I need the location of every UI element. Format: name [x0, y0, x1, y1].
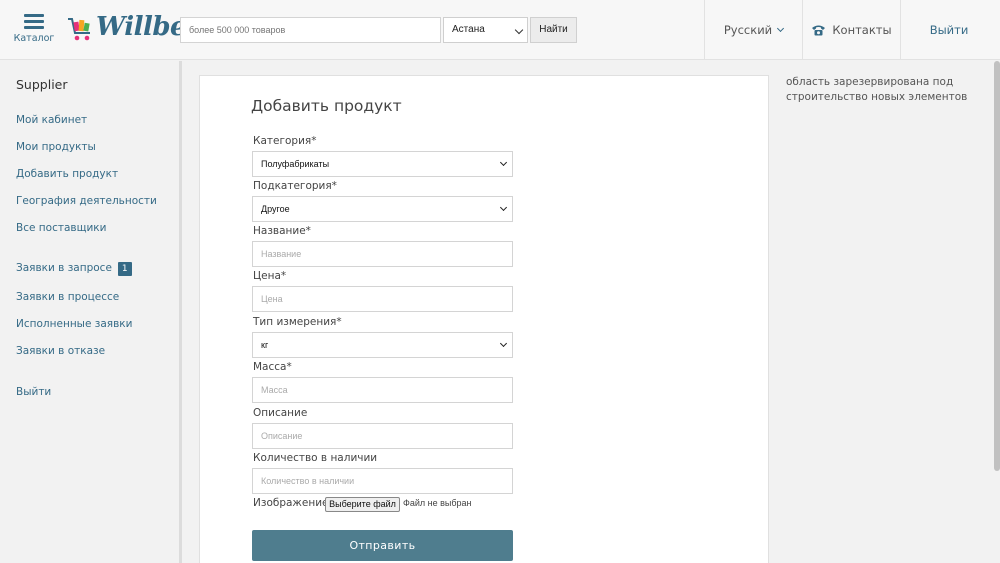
sidebar-item-requests-completed[interactable]: Исполненные заявки [16, 318, 132, 330]
unit-value: кг [261, 340, 269, 350]
mass-label: Масса* [253, 361, 292, 373]
language-label: Русский [723, 23, 773, 37]
reserved-area-note: область зарезервирована под строительств… [786, 76, 968, 103]
hamburger-icon [24, 14, 44, 30]
sidebar-item-requests-in-progress[interactable]: Заявки в процессе [16, 291, 119, 303]
chevron-down-icon [499, 158, 508, 167]
sidebar-item-my-cabinet[interactable]: Мой кабинет [16, 114, 87, 126]
sidebar-item-add-product[interactable]: Добавить продукт [16, 168, 118, 180]
add-product-form: Добавить продукт Категория* Полуфабрикат… [199, 75, 769, 563]
top-header: Каталог Willbe Астана Найти Русский Конт… [0, 0, 1000, 60]
logo[interactable]: Willbe [66, 12, 187, 46]
unit-label: Тип измерения* [253, 316, 342, 328]
chevron-down-icon [777, 24, 785, 33]
chevron-down-icon [499, 339, 508, 348]
sidebar-item-requests-rejected[interactable]: Заявки в отказе [16, 345, 105, 357]
sidebar-item-all-suppliers[interactable]: Все поставщики [16, 222, 106, 234]
price-label: Цена* [253, 270, 287, 282]
sidebar-item-requests-pending[interactable]: Заявки в запросе 1 [16, 262, 132, 276]
subcategory-select[interactable]: Другое [252, 196, 513, 222]
image-label: Изображение [253, 497, 329, 509]
choose-file-button[interactable]: Выберите файл [325, 497, 400, 512]
city-value: Астана [452, 24, 485, 35]
sidebar: Supplier Мой кабинет Мои продукты Добави… [0, 61, 182, 563]
logo-text: Willbe [96, 12, 187, 42]
category-value: Полуфабрикаты [261, 159, 330, 169]
description-label: Описание [253, 407, 308, 419]
catalog-label: Каталог [13, 33, 55, 44]
submit-button[interactable]: Отправить [252, 530, 513, 561]
description-input[interactable]: Описание [252, 423, 513, 449]
category-select[interactable]: Полуфабрикаты [252, 151, 513, 177]
file-status: Файл не выбран [403, 498, 472, 508]
shopping-cart-icon [68, 18, 90, 41]
quantity-label: Количество в наличии [253, 452, 378, 464]
name-input[interactable]: Название [252, 241, 513, 267]
sidebar-item-geography[interactable]: География деятельности [16, 195, 157, 207]
contacts-label: Контакты [832, 23, 892, 37]
sidebar-item-my-products[interactable]: Мои продукты [16, 141, 96, 153]
sidebar-title: Supplier [16, 77, 68, 92]
sidebar-item-logout[interactable]: Выйти [16, 386, 51, 398]
language-selector[interactable]: Русский [705, 0, 802, 60]
subcategory-value: Другое [261, 204, 290, 214]
contacts-link[interactable]: Контакты [803, 0, 900, 60]
phone-icon [812, 25, 826, 35]
search-input[interactable] [180, 17, 441, 43]
page-scrollbar[interactable] [994, 61, 1000, 471]
sidebar-item-label: Заявки в запросе [16, 262, 112, 274]
unit-select[interactable]: кг [252, 332, 513, 358]
logout-button[interactable]: Выйти [901, 0, 997, 60]
category-label: Категория* [253, 135, 317, 147]
mass-input[interactable]: Масса [252, 377, 513, 403]
price-input[interactable]: Цена [252, 286, 513, 312]
city-select[interactable]: Астана [443, 17, 528, 43]
find-button[interactable]: Найти [530, 17, 577, 43]
count-badge: 1 [117, 262, 132, 276]
catalog-menu-button[interactable]: Каталог [12, 10, 56, 50]
chevron-down-icon [499, 203, 508, 212]
subcategory-label: Подкатегория* [253, 180, 337, 192]
name-label: Название* [253, 225, 311, 237]
quantity-input[interactable]: Количество в наличии [252, 468, 513, 494]
form-title: Добавить продукт [251, 97, 402, 115]
chevron-down-icon [514, 25, 524, 35]
